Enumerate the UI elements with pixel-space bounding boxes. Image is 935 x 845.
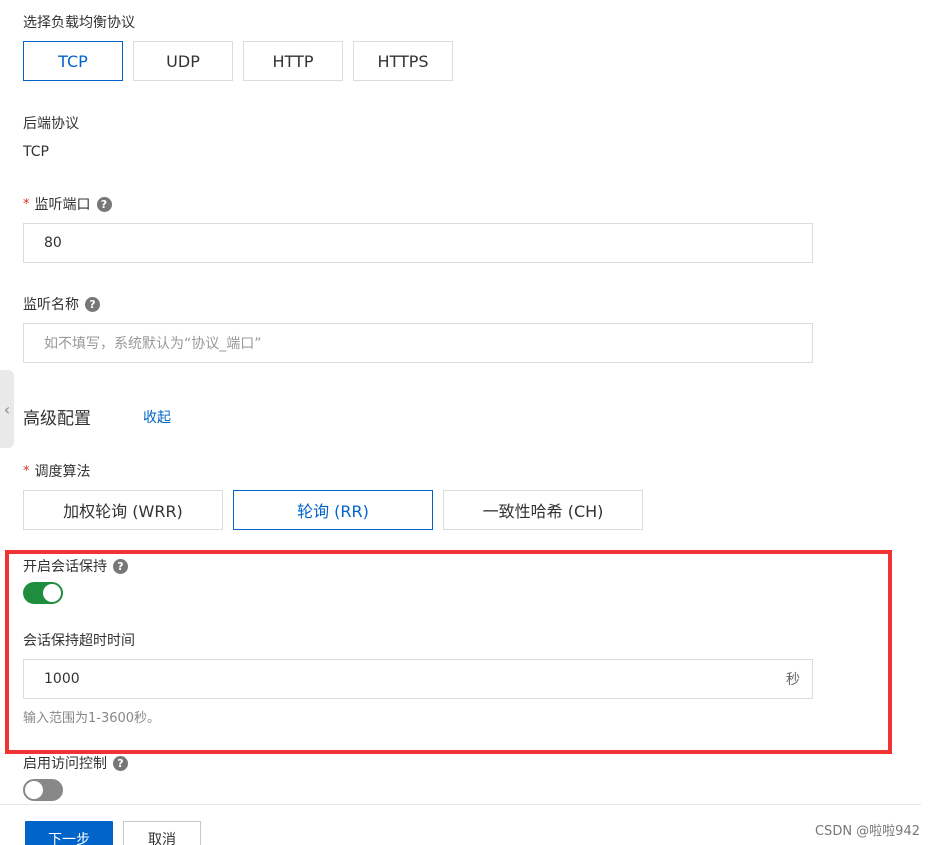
listen-port-label-row: * 监听端口 ? xyxy=(23,194,112,214)
help-icon[interactable]: ? xyxy=(85,296,100,312)
scheduler-option-rr[interactable]: 轮询 (RR) xyxy=(233,490,433,530)
footer-bar: 下一步 取消 xyxy=(0,804,921,845)
backend-protocol-label: 后端协议 xyxy=(23,116,79,132)
advanced-config-title: 高级配置 xyxy=(23,409,91,429)
highlight-box xyxy=(5,550,892,754)
cancel-button[interactable]: 取消 xyxy=(123,821,201,845)
required-mark: * xyxy=(23,463,30,479)
help-icon[interactable]: ? xyxy=(96,196,112,212)
protocol-option-https[interactable]: HTTPS xyxy=(353,41,453,81)
scheduler-option-wrr[interactable]: 加权轮询 (WRR) xyxy=(23,490,223,530)
scheduler-option-ch[interactable]: 一致性哈希 (CH) xyxy=(443,490,643,530)
watermark: CSDN @啦啦942 xyxy=(814,824,920,839)
listen-name-input[interactable]: 如不填写，系统默认为“协议_端口” xyxy=(23,323,813,363)
listen-port-input[interactable]: 80 xyxy=(23,223,813,263)
protocol-label: 选择负载均衡协议 xyxy=(23,15,135,31)
next-button[interactable]: 下一步 xyxy=(25,821,113,845)
access-control-label: 启用访问控制 xyxy=(23,756,107,772)
chevron-left-icon: ‹ xyxy=(3,399,11,419)
protocol-option-http[interactable]: HTTP xyxy=(243,41,343,81)
backend-protocol-value: TCP xyxy=(23,144,49,160)
listen-port-value: 80 xyxy=(44,235,62,251)
collapse-link[interactable]: 收起 xyxy=(143,407,171,427)
access-control-label-row: 启用访问控制 ? xyxy=(23,753,128,773)
listen-name-placeholder: 如不填写，系统默认为“协议_端口” xyxy=(44,336,262,352)
listen-name-label: 监听名称 xyxy=(23,297,79,313)
help-icon[interactable]: ? xyxy=(113,755,128,771)
listen-name-label-row: 监听名称 ? xyxy=(23,294,100,314)
protocol-option-udp[interactable]: UDP xyxy=(133,41,233,81)
side-collapse-tab[interactable]: ‹ xyxy=(0,370,14,448)
protocol-option-tcp[interactable]: TCP xyxy=(23,41,123,81)
listen-port-label: 监听端口 xyxy=(34,197,91,213)
toggle-knob xyxy=(25,781,43,799)
required-mark: * xyxy=(23,196,30,212)
scheduler-label-row: * 调度算法 xyxy=(23,461,91,481)
scheduler-label: 调度算法 xyxy=(34,464,91,480)
access-control-toggle[interactable] xyxy=(23,779,63,801)
